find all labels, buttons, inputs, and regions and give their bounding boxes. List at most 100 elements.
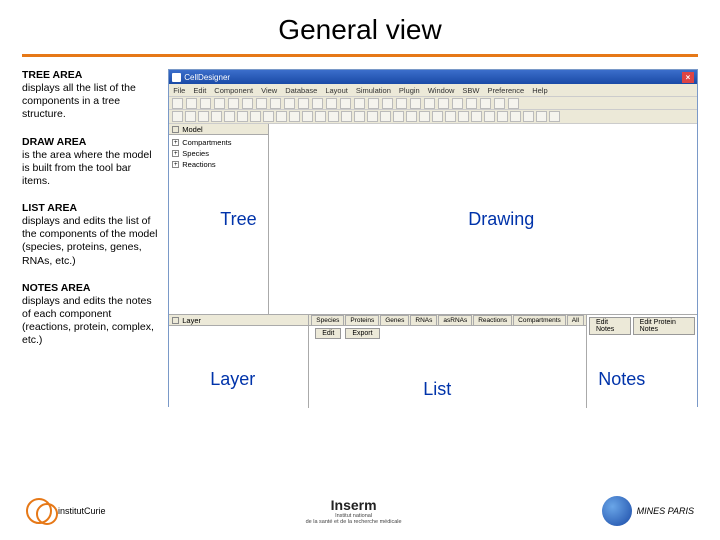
list-tab[interactable]: Compartments: [513, 315, 566, 325]
tree-list: +Compartments +Species +Reactions: [169, 135, 268, 172]
tool-button[interactable]: [452, 98, 463, 109]
tool-button[interactable]: [382, 98, 393, 109]
menu-item[interactable]: Plugin: [399, 86, 420, 95]
tool-button[interactable]: [284, 98, 295, 109]
close-icon[interactable]: ×: [682, 72, 694, 83]
tool-button[interactable]: [172, 98, 183, 109]
tool-button[interactable]: [328, 111, 339, 122]
list-tab[interactable]: Genes: [380, 315, 409, 325]
tree-body: displays all the list of the components …: [22, 82, 158, 121]
overlay-list: List: [423, 379, 451, 400]
tool-button[interactable]: [466, 98, 477, 109]
menu-item[interactable]: Simulation: [356, 86, 391, 95]
tool-button[interactable]: [396, 98, 407, 109]
tool-button[interactable]: [367, 111, 378, 122]
expand-icon[interactable]: +: [172, 139, 179, 146]
tool-button[interactable]: [298, 98, 309, 109]
tool-button[interactable]: [242, 98, 253, 109]
tool-button[interactable]: [549, 111, 560, 122]
tool-button[interactable]: [237, 111, 248, 122]
menu-item[interactable]: Help: [532, 86, 547, 95]
list-tab[interactable]: RNAs: [410, 315, 437, 325]
menu-item[interactable]: SBW: [462, 86, 479, 95]
app-title: CellDesigner: [184, 73, 230, 82]
toolbar-row-1: [169, 96, 697, 110]
menu-item[interactable]: Layout: [325, 86, 348, 95]
edit-button[interactable]: Edit: [315, 328, 341, 339]
list-tab[interactable]: Reactions: [473, 315, 512, 325]
menu-item[interactable]: Component: [214, 86, 253, 95]
titlebar[interactable]: CellDesigner ×: [169, 70, 697, 84]
notes-pane: Edit Notes Edit Protein Notes: [587, 315, 697, 408]
menu-item[interactable]: Database: [285, 86, 317, 95]
tool-button[interactable]: [380, 111, 391, 122]
tool-button[interactable]: [523, 111, 534, 122]
tool-button[interactable]: [341, 111, 352, 122]
tool-button[interactable]: [410, 98, 421, 109]
menu-item[interactable]: Preference: [488, 86, 525, 95]
export-button[interactable]: Export: [345, 328, 379, 339]
tool-button[interactable]: [214, 98, 225, 109]
tool-button[interactable]: [315, 111, 326, 122]
tool-button[interactable]: [484, 111, 495, 122]
tool-button[interactable]: [471, 111, 482, 122]
menu-item[interactable]: Window: [428, 86, 455, 95]
list-tab[interactable]: All: [567, 315, 584, 325]
draw-body: is the area where the model is built fro…: [22, 149, 158, 188]
menu-item[interactable]: Edit: [193, 86, 206, 95]
menubar[interactable]: File Edit Component View Database Layout…: [169, 84, 697, 96]
edit-notes-button[interactable]: Edit Notes: [589, 317, 631, 335]
tool-button[interactable]: [406, 111, 417, 122]
tool-button[interactable]: [393, 111, 404, 122]
tool-button[interactable]: [419, 111, 430, 122]
tree-item[interactable]: +Compartments: [172, 137, 265, 148]
tool-button[interactable]: [510, 111, 521, 122]
tool-button[interactable]: [302, 111, 313, 122]
tool-button[interactable]: [172, 111, 183, 122]
list-tab[interactable]: asRNAs: [438, 315, 472, 325]
tool-button[interactable]: [186, 98, 197, 109]
tool-button[interactable]: [424, 98, 435, 109]
expand-icon[interactable]: +: [172, 150, 179, 157]
tool-button[interactable]: [340, 98, 351, 109]
curie-logo: institutCurie: [26, 498, 106, 524]
tree-item[interactable]: +Reactions: [172, 159, 265, 170]
tool-button[interactable]: [289, 111, 300, 122]
tool-button[interactable]: [224, 111, 235, 122]
tool-button[interactable]: [270, 98, 281, 109]
left-column: TREE AREA displays all the list of the c…: [22, 69, 158, 407]
tool-button[interactable]: [250, 111, 261, 122]
menu-item[interactable]: View: [261, 86, 277, 95]
tool-button[interactable]: [312, 98, 323, 109]
tool-button[interactable]: [368, 98, 379, 109]
layer-tab[interactable]: Layer: [169, 315, 308, 326]
tool-button[interactable]: [326, 98, 337, 109]
tool-button[interactable]: [508, 98, 519, 109]
tool-button[interactable]: [458, 111, 469, 122]
tool-button[interactable]: [494, 98, 505, 109]
menu-item[interactable]: File: [173, 86, 185, 95]
list-tab[interactable]: Species: [311, 315, 344, 325]
tool-button[interactable]: [438, 98, 449, 109]
edit-protein-notes-button[interactable]: Edit Protein Notes: [633, 317, 695, 335]
tool-button[interactable]: [256, 98, 267, 109]
tool-button[interactable]: [354, 111, 365, 122]
tool-button[interactable]: [354, 98, 365, 109]
tool-button[interactable]: [432, 111, 443, 122]
tree-tab[interactable]: Model: [169, 124, 268, 135]
tool-button[interactable]: [497, 111, 508, 122]
tool-button[interactable]: [445, 111, 456, 122]
tree-item[interactable]: +Species: [172, 148, 265, 159]
tool-button[interactable]: [211, 111, 222, 122]
tool-button[interactable]: [263, 111, 274, 122]
tool-button[interactable]: [198, 111, 209, 122]
notes-body: displays and edits the notes of each com…: [22, 295, 158, 348]
tool-button[interactable]: [185, 111, 196, 122]
tool-button[interactable]: [200, 98, 211, 109]
list-tab[interactable]: Proteins: [345, 315, 379, 325]
tool-button[interactable]: [228, 98, 239, 109]
expand-icon[interactable]: +: [172, 161, 179, 168]
tool-button[interactable]: [536, 111, 547, 122]
tool-button[interactable]: [480, 98, 491, 109]
tool-button[interactable]: [276, 111, 287, 122]
